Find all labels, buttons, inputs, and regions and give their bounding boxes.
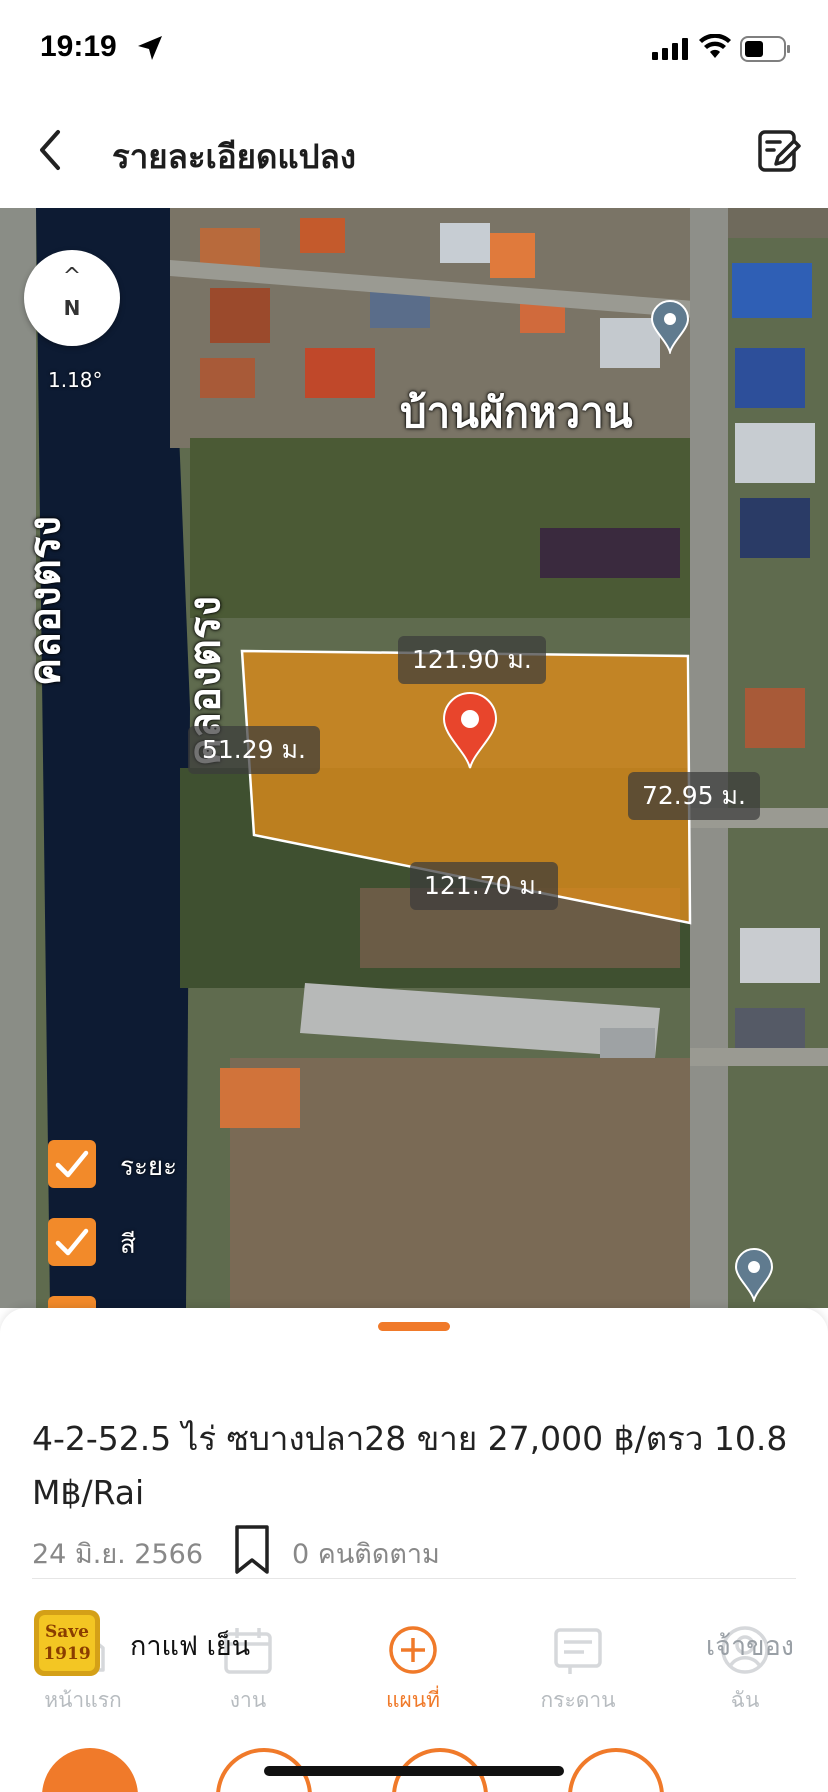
satellite-map[interactable]: ^ N 1.18° บ้านผักหวาน คลองตรง คลองตรง 12…: [0, 208, 828, 1308]
dimension-label-bottom: 121.70 ม.: [410, 862, 558, 910]
action-button[interactable]: [568, 1748, 664, 1792]
followers-count: 0 คนติดตาม: [292, 1539, 440, 1570]
battery-icon: [740, 36, 790, 62]
page-title: รายละเอียดแปลง: [112, 137, 356, 176]
wifi-icon: [699, 34, 731, 58]
checkbox-checked-icon[interactable]: [48, 1218, 96, 1266]
status-bar: 19:19: [0, 0, 828, 100]
back-button[interactable]: [30, 124, 70, 176]
signal-icon: [652, 38, 688, 60]
status-time: 19:19: [40, 30, 117, 63]
drag-handle[interactable]: [378, 1322, 450, 1331]
checkbox-checked-icon[interactable]: [48, 1296, 96, 1308]
area-label: บ้านผักหวาน: [400, 388, 633, 437]
compass-arrow: ^: [62, 264, 82, 289]
tab-label: หน้าแรก: [44, 1688, 122, 1712]
divider: [32, 1578, 796, 1579]
avatar-logo: Save 1919: [39, 1615, 95, 1671]
canal-label: คลองตรง: [19, 516, 69, 686]
tab-label: งาน: [229, 1688, 267, 1712]
satellite-imagery: [0, 208, 828, 1308]
dimension-label-left: 51.29 ม.: [188, 726, 320, 774]
owner-row[interactable]: Save 1919 กาแฟ เย็น เจ้าของ: [34, 1610, 794, 1676]
location-arrow-icon: [138, 36, 162, 60]
owner-name: กาแฟ เย็น: [130, 1631, 251, 1662]
owner-role: เจ้าของ: [705, 1631, 794, 1662]
dimension-label-right: 72.95 ม.: [628, 772, 760, 820]
dimension-label-top: 121.90 ม.: [398, 636, 546, 684]
location-pin-icon[interactable]: [442, 692, 498, 770]
tab-label: ฉัน: [730, 1688, 760, 1712]
map-marker-icon[interactable]: [650, 300, 690, 354]
listing-date: 24 มิ.ย. 2566: [32, 1539, 204, 1570]
tab-label: กระดาน: [540, 1688, 616, 1712]
compass-north-label: N: [63, 296, 81, 320]
tab-label: แผนที่: [385, 1688, 441, 1712]
compass-angle: 1.18°: [48, 368, 103, 392]
bookmark-icon[interactable]: [232, 1524, 272, 1576]
listing-sheet[interactable]: 4-2-52.5 ไร่ ซบางปลา28 ขาย 27,000 ฿/ตรว …: [0, 1308, 828, 1792]
checkbox-checked-icon[interactable]: [48, 1140, 96, 1188]
edit-icon[interactable]: [756, 128, 802, 174]
app-header: รายละเอียดแปลง: [0, 100, 828, 208]
toggle-label: สี: [120, 1230, 136, 1260]
action-button[interactable]: [42, 1748, 138, 1792]
compass-button[interactable]: ^ N: [24, 250, 120, 346]
map-marker-icon[interactable]: [734, 1248, 774, 1302]
avatar[interactable]: Save 1919: [34, 1610, 100, 1676]
toggle-label: ระยะ: [120, 1152, 178, 1182]
listing-title: 4-2-52.5 ไร่ ซบางปลา28 ขาย 27,000 ฿/ตรว …: [32, 1419, 788, 1512]
home-indicator[interactable]: [264, 1766, 564, 1776]
